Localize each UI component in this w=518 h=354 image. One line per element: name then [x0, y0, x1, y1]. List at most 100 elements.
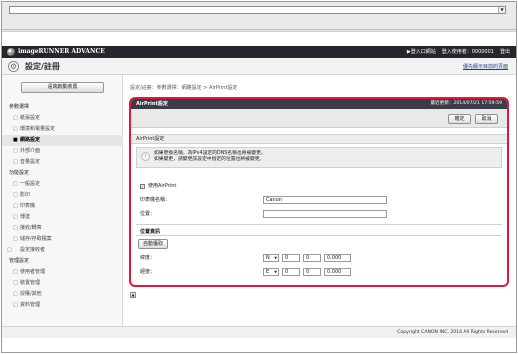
- sidebar-item-send[interactable]: □ 傳送: [2, 212, 123, 223]
- bullet-icon: □: [13, 291, 18, 297]
- canon-logo-icon: [7, 48, 15, 56]
- longitude-minutes-input[interactable]: 0: [303, 268, 321, 276]
- sidebar-item-store-access[interactable]: □ 儲存/存取檔案: [2, 234, 123, 245]
- portal-link[interactable]: ▶登入口網站: [407, 48, 436, 56]
- latitude-direction-value: N: [266, 255, 270, 261]
- bullet-active-icon: ■: [13, 137, 18, 143]
- info-box: i 如果更換名稱，為IPv4設定的DNS名稱也將被變更。 如果變更，請變更該設定…: [136, 147, 502, 168]
- chevron-down-icon: ▼: [274, 256, 277, 260]
- airprint-settings-panel: AirPrint設定 最近更新：2014/07/21 17:59:59 確定 取…: [129, 97, 509, 287]
- sidebar-item-label: 影印: [20, 192, 31, 198]
- sidebar-item-receive-forward[interactable]: □ 接收/轉寄: [2, 223, 123, 234]
- section-header: AirPrint設定: [131, 134, 507, 144]
- breadcrumb: 設定/註冊：參數選擇：網路設定 > AirPrint設定: [130, 85, 238, 91]
- position-info-heading: 位置資訊: [140, 229, 161, 235]
- settings-gear-icon: ⚙: [8, 61, 19, 72]
- browser-toolbar: ▼: [2, 2, 516, 32]
- bullet-icon: □: [13, 280, 18, 286]
- sidebar-item-label: 網路設定: [20, 137, 41, 143]
- sidebar-item-label: 一般設定: [20, 181, 41, 187]
- sidebar-item-environment[interactable]: □ 環境和電量設定: [2, 124, 123, 135]
- longitude-label: 經度：: [140, 269, 156, 275]
- longitude-seconds-input[interactable]: 0.000: [324, 268, 351, 276]
- sidebar-item-label: 紙張設定: [20, 115, 41, 121]
- latitude-seconds-input[interactable]: 0.000: [324, 254, 351, 262]
- use-airprint-label: 使用AirPrint: [148, 183, 177, 189]
- sidebar-item-general[interactable]: □ 一般設定: [2, 179, 123, 190]
- sidebar-menu: 參數選擇 □ 紙張設定 □ 環境和電量設定 ■ 網路設定 □ 外部介面 □ 音量設定 功能…: [2, 102, 123, 311]
- title-bar: ⚙ 設定/註冊 優先顯示目前的頁面: [2, 58, 516, 75]
- address-dropdown-icon[interactable]: ▼: [498, 7, 505, 13]
- sidebar-item-copy[interactable]: □ 影印: [2, 190, 123, 201]
- bullet-icon: □: [13, 203, 18, 209]
- sidebar-item-license[interactable]: □ 授權/其他: [2, 289, 123, 300]
- latitude-degrees-input[interactable]: 0: [282, 254, 300, 262]
- use-airprint-checkbox[interactable]: ✓: [140, 184, 145, 189]
- address-bar[interactable]: ▼: [9, 6, 506, 14]
- printer-name-input[interactable]: Canon: [263, 196, 387, 204]
- bullet-icon: □: [13, 192, 18, 198]
- sidebar-item-label: 音量設定: [20, 159, 41, 165]
- chevron-down-icon: ▼: [274, 270, 277, 274]
- sidebar-item-paper[interactable]: □ 紙張設定: [2, 113, 123, 124]
- sidebar-item-label: 印表機: [20, 203, 36, 209]
- bullet-icon: □: [13, 302, 18, 308]
- panel-title: AirPrint設定: [136, 101, 168, 107]
- longitude-row: 經度： E ▼ 0 0 0.000: [136, 267, 502, 278]
- bullet-icon: □: [13, 159, 18, 165]
- longitude-degrees-input[interactable]: 0: [282, 268, 300, 276]
- sidebar-item-label: 環境和電量設定: [20, 126, 56, 132]
- sidebar-section-management[interactable]: 管理設定: [2, 256, 123, 267]
- sidebar-item-label: 使用者管理: [20, 269, 46, 275]
- latitude-direction-select[interactable]: N ▼: [263, 254, 279, 262]
- use-airprint-row: ✓ 使用AirPrint: [136, 181, 502, 192]
- printer-name-label: 印表機名稱：: [140, 197, 171, 203]
- sidebar-item-volume[interactable]: □ 音量設定: [2, 157, 123, 168]
- ok-button[interactable]: 確定: [448, 114, 471, 124]
- divider: [136, 235, 502, 236]
- page-title: 設定/註冊: [25, 62, 60, 71]
- bullet-icon: □: [13, 115, 18, 121]
- sidebar-item-destinations[interactable]: □ 設定接收者: [2, 245, 123, 256]
- bullet-icon: □: [13, 126, 18, 132]
- bullet-icon: □: [7, 247, 12, 253]
- sidebar-section-functions[interactable]: 功能設定: [2, 168, 123, 179]
- remote-startup-button[interactable]: 遠端啟動裝置: [21, 82, 104, 93]
- sidebar-item-label: 傳送: [20, 214, 31, 220]
- cancel-button[interactable]: 取消: [475, 114, 498, 124]
- info-line-2: 如果變更，請變更該設定中指定的位置也將被變更。: [154, 157, 265, 162]
- sidebar-item-label: 儲存/存取檔案: [20, 236, 52, 242]
- panel-header: AirPrint設定 最近更新：2014/07/21 17:59:59: [131, 99, 507, 109]
- longitude-direction-select[interactable]: E ▼: [263, 268, 279, 276]
- bullet-icon: □: [13, 214, 18, 220]
- info-icon: i: [141, 152, 150, 161]
- sidebar-item-label: 資料管理: [20, 302, 41, 308]
- logout-link[interactable]: 登出: [500, 48, 510, 56]
- copyright: Copyright CANON INC. 2014 All Rights Res…: [397, 330, 508, 335]
- sidebar-item-label: 接收/轉寄: [20, 225, 42, 231]
- bullet-icon: □: [13, 225, 18, 231]
- bullet-icon: □: [13, 236, 18, 242]
- location-input[interactable]: [263, 210, 387, 218]
- auto-acquire-button[interactable]: 自動獲取: [138, 239, 168, 249]
- app-name: imageRUNNER ADVANCE: [18, 48, 105, 55]
- sidebar-item-label: 裝置管理: [20, 280, 41, 286]
- latitude-minutes-input[interactable]: 0: [303, 254, 321, 262]
- footer: Copyright CANON INC. 2014 All Rights Res…: [2, 326, 516, 338]
- sidebar-item-external-interface[interactable]: □ 外部介面: [2, 146, 123, 157]
- sidebar-item-data-management[interactable]: □ 資料管理: [2, 300, 123, 311]
- priority-display-link[interactable]: 優先顯示目前的頁面: [463, 63, 508, 70]
- sidebar-item-network[interactable]: ■ 網路設定: [2, 135, 123, 146]
- sidebar: 遠端啟動裝置 參數選擇 □ 紙張設定 □ 環境和電量設定 ■ 網路設定 □ 外部介面 □…: [2, 75, 123, 326]
- sidebar-item-user-management[interactable]: □ 使用者管理: [2, 267, 123, 278]
- sidebar-section-preferences[interactable]: 參數選擇: [2, 102, 123, 113]
- sidebar-item-label: 授權/其他: [20, 291, 42, 297]
- sidebar-item-printer[interactable]: □ 印表機: [2, 201, 123, 212]
- bullet-icon: □: [13, 269, 18, 275]
- location-label: 位置：: [140, 211, 156, 217]
- sidebar-item-device-management[interactable]: □ 裝置管理: [2, 278, 123, 289]
- last-updated: 最近更新：2014/07/21 17:59:59: [430, 101, 502, 106]
- printer-name-row: 印表機名稱： Canon: [136, 195, 502, 206]
- back-to-top-icon[interactable]: ▲: [130, 292, 136, 298]
- bullet-icon: □: [13, 181, 18, 187]
